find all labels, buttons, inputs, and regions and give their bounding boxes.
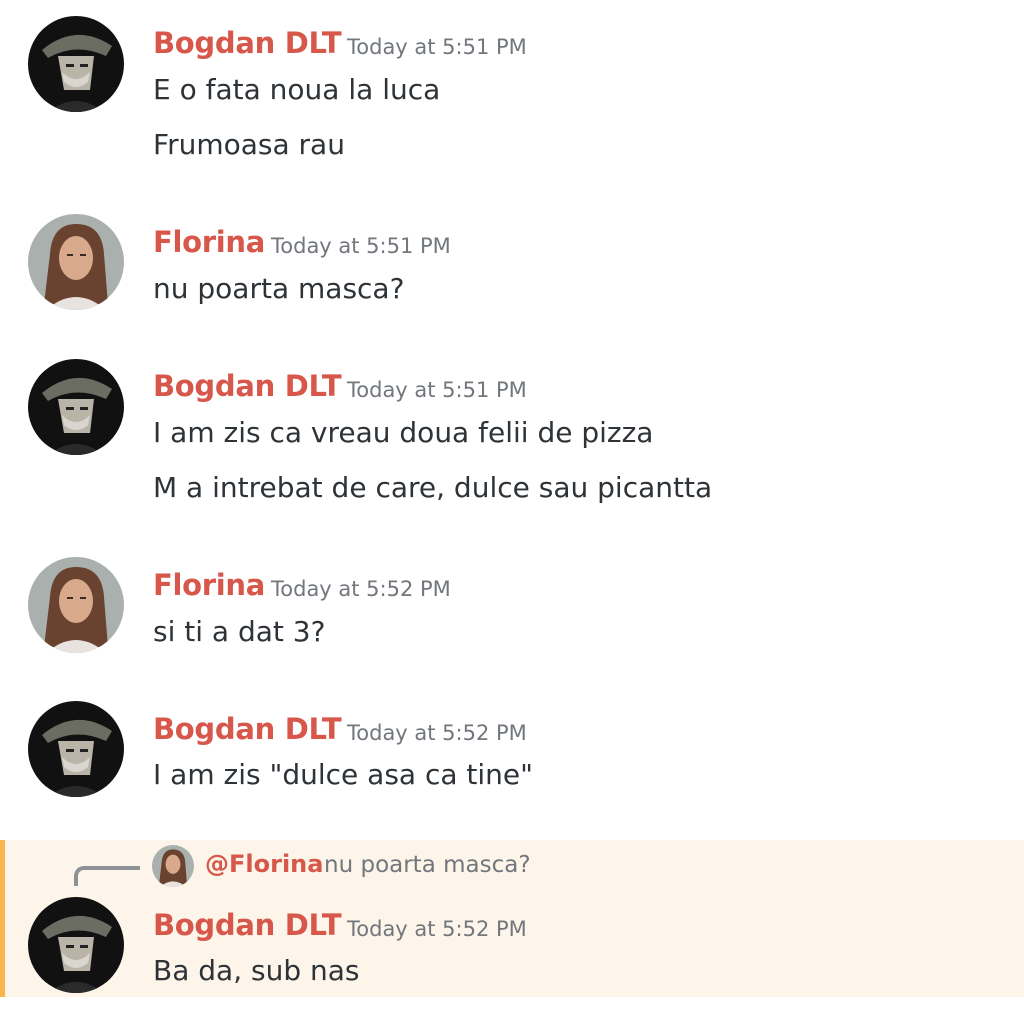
bogdan-avatar[interactable]	[28, 701, 124, 797]
timestamp: Today at 5:52 PM	[347, 917, 527, 941]
username[interactable]: Bogdan DLT	[153, 712, 342, 746]
message-text: Ba da, sub nas	[153, 954, 360, 987]
florina-avatar[interactable]	[28, 557, 124, 653]
username[interactable]: Bogdan DLT	[153, 369, 342, 403]
timestamp: Today at 5:51 PM	[347, 35, 527, 59]
message-text: E o fata noua la luca	[153, 73, 441, 106]
florina-avatar[interactable]	[152, 845, 194, 887]
username[interactable]: Florina	[153, 568, 265, 602]
bogdan-avatar[interactable]	[28, 897, 124, 993]
timestamp: Today at 5:51 PM	[347, 378, 527, 402]
bogdan-avatar[interactable]	[28, 359, 124, 455]
message-text: nu poarta masca?	[153, 272, 405, 305]
timestamp: Today at 5:52 PM	[271, 577, 451, 601]
username[interactable]: Florina	[153, 225, 265, 259]
message-text: Frumoasa rau	[153, 128, 345, 161]
message-text: M a intrebat de care, dulce sau picantta	[153, 471, 713, 504]
bogdan-avatar[interactable]	[28, 16, 124, 112]
florina-avatar[interactable]	[28, 214, 124, 310]
reply-mention[interactable]: @Florina	[205, 850, 323, 878]
message-text: I am zis ca vreau doua felii de pizza	[153, 416, 654, 449]
mention-highlight-bar	[0, 840, 5, 997]
timestamp: Today at 5:51 PM	[271, 234, 451, 258]
message-text: si ti a dat 3?	[153, 615, 326, 648]
username[interactable]: Bogdan DLT	[153, 26, 342, 60]
reply-quoted-text[interactable]: nu poarta masca?	[324, 852, 531, 878]
message-text: I am zis "dulce asa ca tine"	[153, 758, 534, 791]
username[interactable]: Bogdan DLT	[153, 908, 342, 942]
reply-spine-icon	[74, 866, 140, 886]
timestamp: Today at 5:52 PM	[347, 721, 527, 745]
